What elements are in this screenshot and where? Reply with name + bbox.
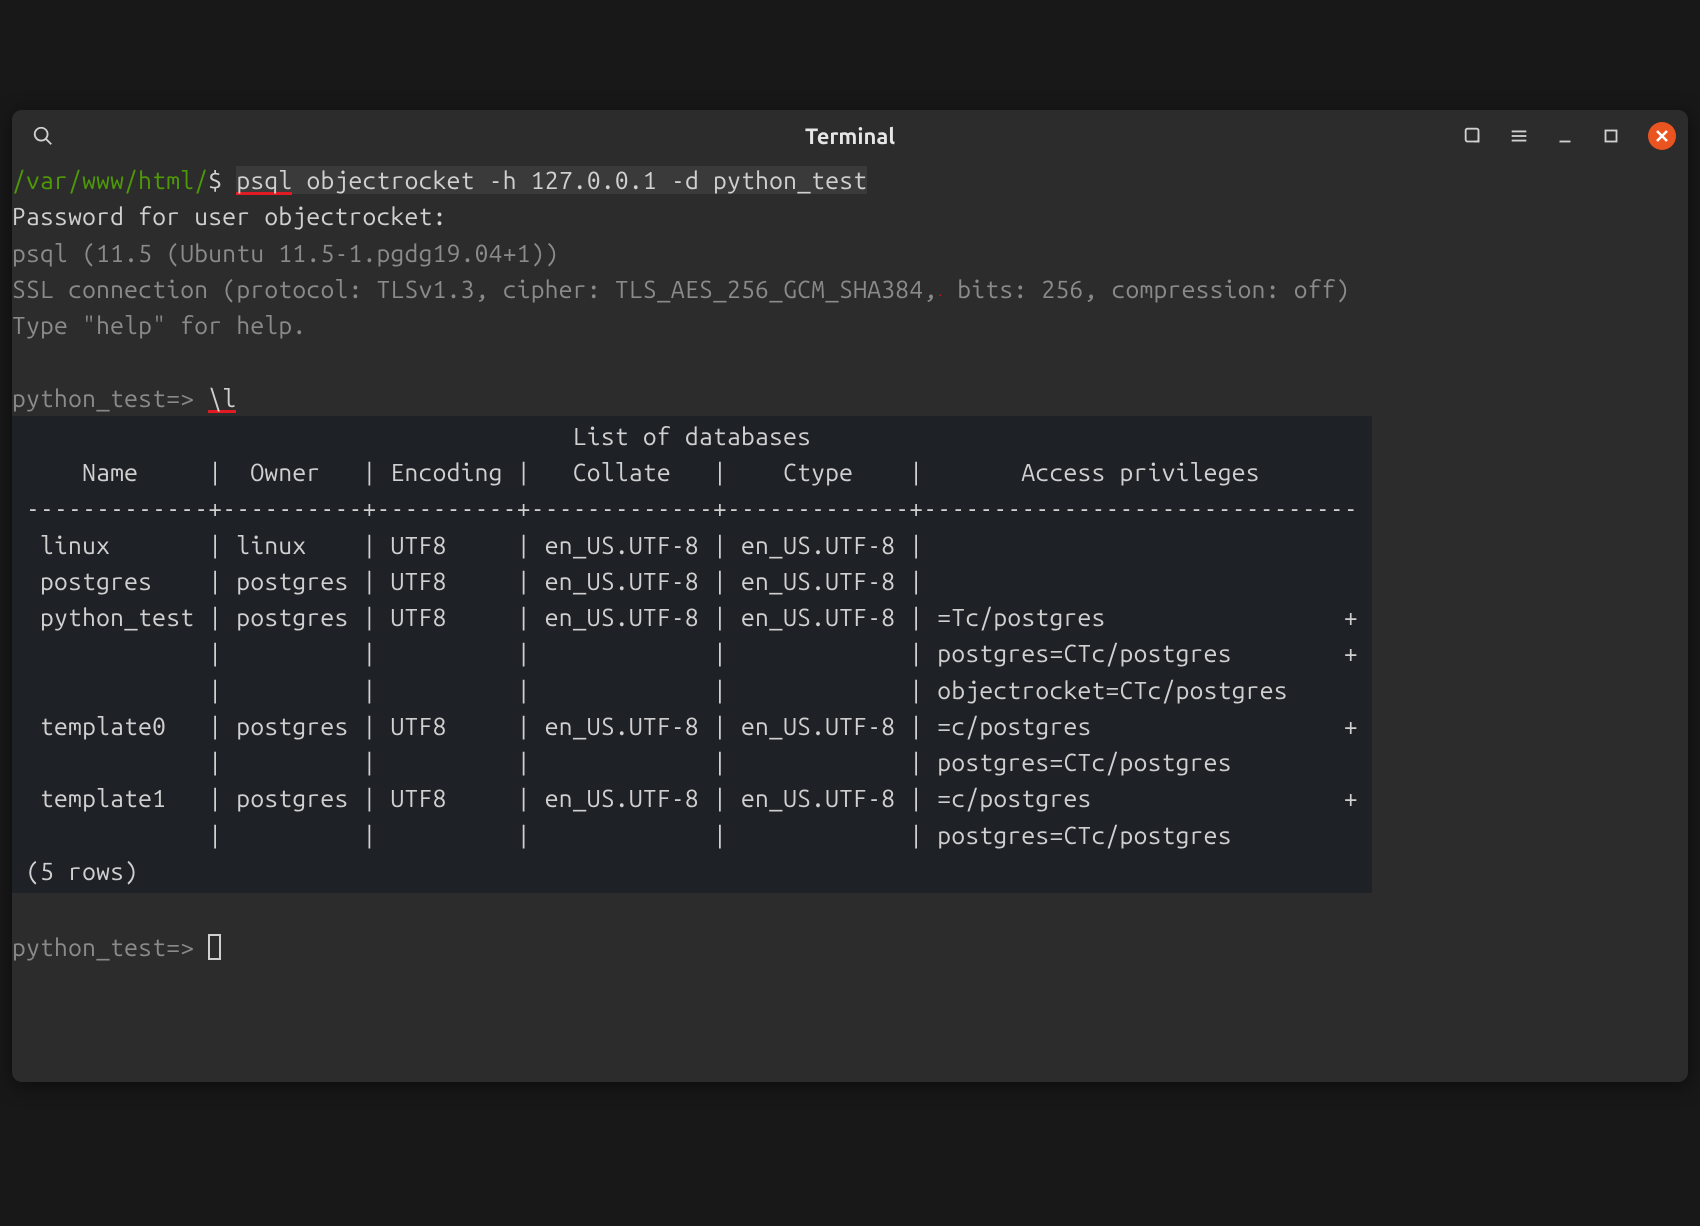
ssl-line: SSL connection (protocol: TLSv1.3, ciphe… [12,275,1350,303]
table-row: postgres | postgres | UTF8 | en_US.UTF-8… [26,567,937,595]
database-list-box: List of databases Name | Owner | Encodin… [12,416,1372,893]
new-tab-icon[interactable] [1454,117,1492,155]
cursor [208,934,221,960]
table-row: template0 | postgres | UTF8 | en_US.UTF-… [26,712,1358,740]
list-command: \l [208,387,236,413]
table-headers: Name | Owner | Encoding | Collate | Ctyp… [26,458,1358,486]
table-row: | | | | | postgres=CTc/postgres [26,748,1232,776]
terminal-content[interactable]: /var/www/html/$ psql objectrocket -h 127… [12,162,1688,966]
close-button[interactable] [1648,122,1676,150]
psql-command: psql objectrocket -h 127.0.0.1 -d python… [236,166,867,194]
table-row: | | | | | postgres=CTc/postgres + [26,639,1358,667]
psql-prompt-1: python_test=> [12,384,194,412]
minimize-button[interactable] [1546,117,1584,155]
prompt-symbol: $ [208,166,222,194]
table-row: | | | | | objectrocket=CTc/postgres [26,676,1288,704]
table-divider: -------------+----------+----------+----… [26,494,1358,522]
table-row: | | | | | postgres=CTc/postgres [26,821,1232,849]
maximize-button[interactable] [1592,117,1630,155]
psql-keyword: psql [236,169,292,195]
row-count: (5 rows) [26,857,138,885]
password-line: Password for user objectrocket: [12,202,447,230]
help-line: Type "help" for help. [12,311,306,339]
table-row: template1 | postgres | UTF8 | en_US.UTF-… [26,784,1358,812]
table-row: linux | linux | UTF8 | en_US.UTF-8 | en_… [26,531,937,559]
list-title: List of databases [26,422,811,450]
version-line: psql (11.5 (Ubuntu 11.5-1.pgdg19.04+1)) [12,239,559,267]
menu-icon[interactable] [1500,117,1538,155]
psql-prompt-2: python_test=> [12,933,194,961]
table-row: python_test | postgres | UTF8 | en_US.UT… [26,603,1358,631]
psql-args: objectrocket -h 127.0.0.1 -d python_test [292,166,867,194]
path-prompt: /var/www/html/ [12,166,208,194]
search-icon[interactable] [24,117,62,155]
window-title: Terminal [805,124,895,149]
terminal-window: Terminal /var/www/html/$ psql objectrock… [12,110,1688,1082]
titlebar: Terminal [12,110,1688,162]
